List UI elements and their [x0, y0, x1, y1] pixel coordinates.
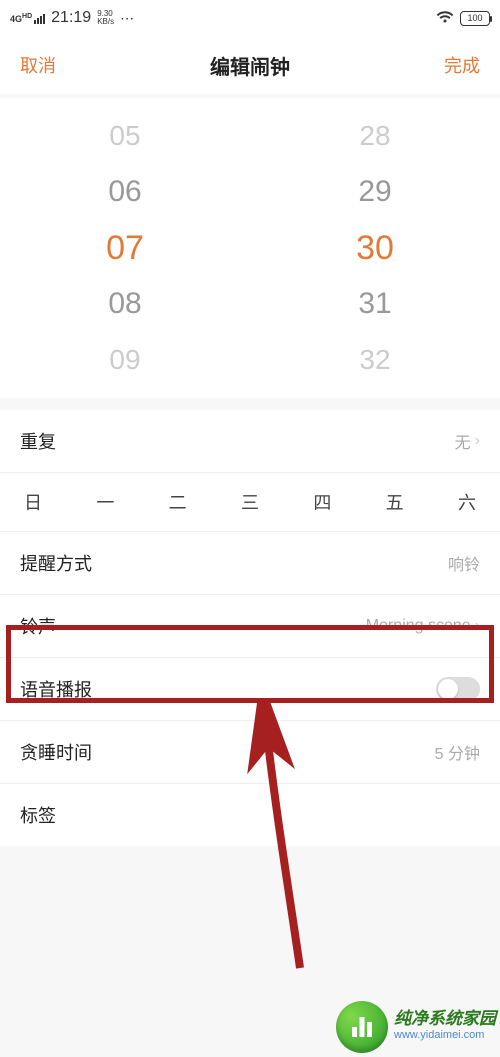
signal-bars-icon — [34, 14, 45, 24]
toggle-off[interactable] — [436, 677, 480, 701]
picker-item[interactable]: 06 — [108, 164, 141, 220]
row-voice-broadcast[interactable]: 语音播报 — [0, 657, 500, 720]
status-bar: 4GHD 21:19 9.30 KB/s ⋯ 100 — [0, 0, 500, 36]
row-label: 贪睡时间 — [20, 739, 92, 765]
row-value: Morning scene › — [366, 617, 480, 635]
row-value: 5 分钟 — [435, 740, 480, 764]
minute-picker[interactable]: 28 29 30 31 32 — [250, 98, 500, 398]
net-speed: 9.30 KB/s — [97, 10, 114, 26]
battery-icon: 100 — [460, 11, 490, 26]
row-label: 标签 — [20, 802, 56, 828]
row-alert-method[interactable]: 提醒方式 响铃 — [0, 532, 500, 594]
weekday-mon[interactable]: 一 — [96, 489, 114, 515]
weekday-fri[interactable]: 五 — [386, 489, 404, 515]
done-button[interactable]: 完成 — [444, 52, 480, 78]
weekday-thu[interactable]: 四 — [313, 489, 331, 515]
picker-item-selected[interactable]: 30 — [356, 220, 394, 276]
picker-item[interactable]: 32 — [359, 332, 390, 388]
status-right: 100 — [436, 10, 490, 27]
weekday-row: 日 一 二 三 四 五 六 — [0, 472, 500, 532]
picker-item[interactable]: 29 — [358, 164, 391, 220]
watermark-text: 纯净系统家园 www.yidaimei.com — [394, 1011, 496, 1043]
row-tag[interactable]: 标签 — [0, 783, 500, 846]
cancel-button[interactable]: 取消 — [20, 52, 56, 78]
weekday-tue[interactable]: 二 — [169, 489, 187, 515]
header: 取消 编辑闹钟 完成 — [0, 36, 500, 94]
row-label: 语音播报 — [20, 676, 92, 702]
row-label: 提醒方式 — [20, 550, 92, 576]
page-title: 编辑闹钟 — [210, 51, 290, 80]
weekday-wed[interactable]: 三 — [241, 489, 259, 515]
row-ringtone[interactable]: 铃声 Morning scene › — [0, 594, 500, 657]
chevron-right-icon: › — [475, 432, 480, 450]
row-repeat[interactable]: 重复 无 › — [0, 410, 500, 472]
row-label: 铃声 — [20, 613, 56, 639]
status-left: 4GHD 21:19 9.30 KB/s ⋯ — [10, 9, 136, 27]
chevron-right-icon: › — [475, 617, 480, 635]
weekday-sun[interactable]: 日 — [24, 489, 42, 515]
row-label: 重复 — [20, 428, 56, 454]
row-value: 无 › — [455, 429, 480, 453]
watermark: 纯净系统家园 www.yidaimei.com — [336, 1001, 496, 1053]
picker-item[interactable]: 05 — [109, 108, 140, 164]
network-indicator: 4GHD — [10, 12, 45, 24]
status-time: 21:19 — [51, 9, 91, 27]
row-value: 响铃 — [448, 551, 480, 575]
row-snooze[interactable]: 贪睡时间 5 分钟 — [0, 720, 500, 783]
hour-picker[interactable]: 05 06 07 08 09 — [0, 98, 250, 398]
time-picker[interactable]: 05 06 07 08 09 28 29 30 31 32 — [0, 98, 500, 398]
picker-item[interactable]: 28 — [359, 108, 390, 164]
wifi-icon — [436, 10, 454, 27]
settings-list: 重复 无 › 日 一 二 三 四 五 六 提醒方式 响铃 铃声 Morning … — [0, 410, 500, 846]
watermark-badge-icon — [336, 1001, 388, 1053]
picker-item[interactable]: 09 — [109, 332, 140, 388]
picker-item[interactable]: 31 — [358, 276, 391, 332]
more-icon: ⋯ — [120, 10, 136, 27]
picker-item[interactable]: 08 — [108, 276, 141, 332]
picker-item-selected[interactable]: 07 — [106, 220, 144, 276]
weekday-sat[interactable]: 六 — [458, 489, 476, 515]
